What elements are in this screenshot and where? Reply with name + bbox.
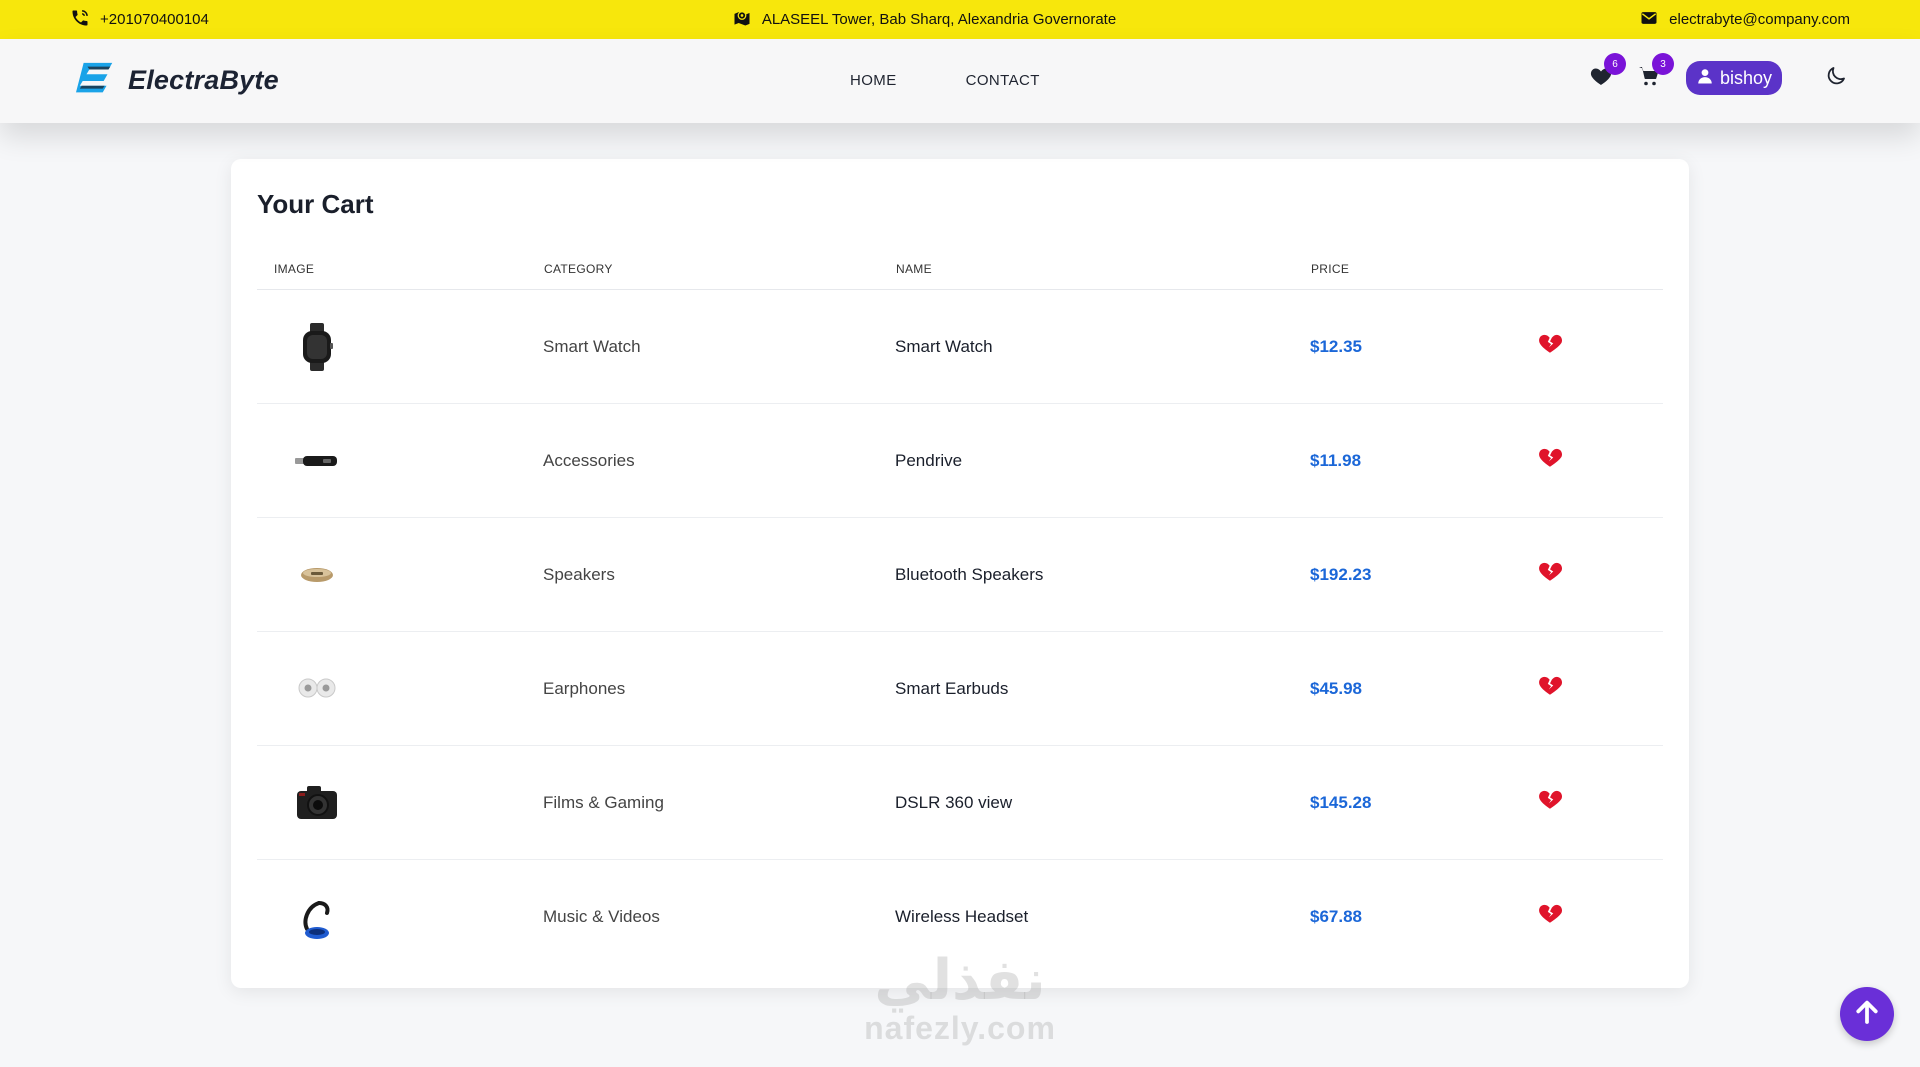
remove-item-button[interactable] <box>1537 558 1563 584</box>
user-icon <box>1696 67 1714 90</box>
product-image <box>277 307 357 387</box>
product-price: $145.28 <box>1310 792 1372 812</box>
speaker-icon <box>301 567 333 582</box>
product-price: $192.23 <box>1310 564 1372 584</box>
email-text: electrabyte@company.com <box>1669 11 1850 28</box>
watermark: نفذلي nafezly.com <box>850 950 1070 1047</box>
phone-number: +201070400104 <box>100 11 209 28</box>
product-price: $45.98 <box>1310 678 1362 698</box>
product-price: $67.88 <box>1310 907 1362 926</box>
nav-actions: 6 3 bishoy <box>1586 53 1850 95</box>
page-title: Your Cart <box>257 189 374 219</box>
broken-heart-icon <box>1539 676 1563 695</box>
column-header-price: PRICE <box>1311 262 1350 276</box>
cart-count-badge: 3 <box>1651 53 1674 75</box>
table-header: IMAGE CATEGORY NAME PRICE <box>257 252 1663 290</box>
broken-heart-icon <box>1539 562 1563 581</box>
address-text: ALASEEL Tower, Bab Sharq, Alexandria Gov… <box>761 11 1117 28</box>
remove-item-button[interactable] <box>1537 672 1563 698</box>
broken-heart-icon <box>1539 448 1563 467</box>
column-header-image: IMAGE <box>274 262 315 276</box>
earbuds-icon <box>298 678 336 697</box>
broken-heart-icon <box>1539 904 1563 923</box>
smart-watch-icon <box>303 322 333 371</box>
product-price: $11.98 <box>1310 450 1362 470</box>
watermark-arabic: نفذلي <box>874 948 1046 1011</box>
theme-toggle-button[interactable] <box>1822 64 1850 92</box>
user-menu-button[interactable]: bishoy <box>1685 61 1782 95</box>
table-row: Speakers Bluetooth Speakers $192.23 <box>257 518 1663 632</box>
top-info-bar: +201070400104 ALASEEL Tower, Bab Sharq, … <box>0 0 1920 39</box>
product-name: Smart Earbuds <box>895 678 1009 698</box>
product-image <box>277 763 357 843</box>
product-image <box>277 877 357 957</box>
email-info: electrabyte@company.com <box>1639 8 1850 32</box>
pendrive-icon <box>295 455 337 466</box>
brand-name: ElectraByte <box>128 64 279 95</box>
nav-link-home[interactable]: HOME <box>850 72 897 89</box>
remove-item-button[interactable] <box>1537 330 1563 356</box>
cart-card: Your Cart IMAGE CATEGORY NAME PRICE Smar… <box>231 159 1689 988</box>
wishlist-button[interactable]: 6 <box>1586 53 1626 93</box>
phone-icon <box>70 8 90 32</box>
nav-link-contact[interactable]: CONTACT <box>966 72 1040 89</box>
product-name: Pendrive <box>895 450 963 470</box>
watermark-latin: nafezly.com <box>864 1010 1056 1046</box>
main-navbar: ElectraByte HOME CONTACT 6 3 bishoy <box>0 39 1920 123</box>
product-category: Speakers <box>543 564 615 584</box>
broken-heart-icon <box>1539 790 1563 809</box>
remove-item-button[interactable] <box>1537 900 1563 926</box>
broken-heart-icon <box>1539 334 1563 353</box>
product-category: Earphones <box>543 678 626 698</box>
product-name: Wireless Headset <box>895 907 1029 926</box>
cart-button[interactable]: 3 <box>1634 53 1674 93</box>
moon-icon <box>1824 64 1848 93</box>
table-row: Earphones Smart Earbuds $45.98 <box>257 632 1663 746</box>
cart-table: IMAGE CATEGORY NAME PRICE Smart Watch Sm… <box>257 252 1663 974</box>
arrow-up-icon <box>1852 997 1882 1032</box>
nav-links: HOME CONTACT <box>850 72 1040 89</box>
headset-icon <box>303 901 330 939</box>
table-row: Accessories Pendrive $11.98 <box>257 404 1663 518</box>
map-location-icon <box>732 8 752 32</box>
phone-info: +201070400104 <box>70 8 209 32</box>
envelope-icon <box>1639 8 1659 32</box>
product-image <box>277 535 357 615</box>
product-image <box>277 421 357 501</box>
product-name: Bluetooth Speakers <box>895 564 1044 584</box>
table-row: Smart Watch Smart Watch $12.35 <box>257 290 1663 404</box>
electrabyte-logo-icon <box>74 59 120 101</box>
product-image <box>277 649 357 729</box>
brand-logo[interactable]: ElectraByte <box>74 59 279 101</box>
product-name: Smart Watch <box>895 336 993 356</box>
address-info: ALASEEL Tower, Bab Sharq, Alexandria Gov… <box>732 8 1116 32</box>
product-category: Music & Videos <box>543 907 660 926</box>
wishlist-count-badge: 6 <box>1603 53 1626 75</box>
column-header-category: CATEGORY <box>544 262 613 276</box>
table-row: Films & Gaming DSLR 360 view $145.28 <box>257 746 1663 860</box>
scroll-to-top-button[interactable] <box>1840 987 1894 1041</box>
user-name: bishoy <box>1719 67 1772 88</box>
remove-item-button[interactable] <box>1537 444 1563 470</box>
product-category: Accessories <box>543 450 635 470</box>
product-name: DSLR 360 view <box>895 792 1013 812</box>
product-category: Smart Watch <box>543 336 641 356</box>
product-price: $12.35 <box>1310 336 1362 356</box>
product-category: Films & Gaming <box>543 792 664 812</box>
remove-item-button[interactable] <box>1537 786 1563 812</box>
camera-icon <box>297 785 337 819</box>
column-header-name: NAME <box>896 262 932 276</box>
